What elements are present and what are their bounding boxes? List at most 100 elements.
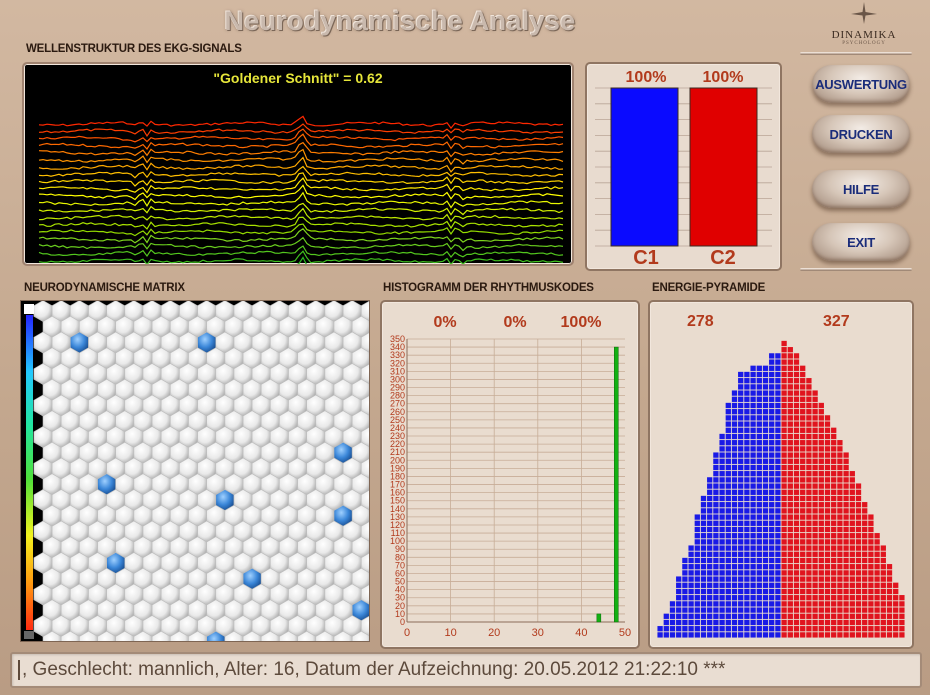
pyramid-block (818, 458, 824, 464)
pyramid-block (738, 446, 744, 452)
pyramid-block (738, 384, 744, 390)
pyramid-block (731, 607, 738, 613)
pyramid-block (793, 570, 800, 576)
pyramid-block (793, 613, 800, 619)
pyramid-block (700, 613, 707, 619)
pyramid-block (806, 619, 812, 626)
pyramid-block (812, 526, 818, 533)
pyramid-block (818, 613, 824, 619)
pyramid-block (707, 588, 713, 595)
pyramid-block (738, 632, 744, 638)
pyramid-block (694, 582, 700, 588)
pyramid-block (843, 564, 849, 570)
pyramid-block (725, 483, 731, 489)
pyramid-block (707, 607, 713, 613)
energy-pyramid (657, 340, 905, 638)
pyramid-block (700, 582, 707, 588)
pyramid-block (750, 514, 756, 520)
pyramid-block (787, 421, 793, 427)
pyramid-block (818, 570, 824, 576)
pyramid-block (738, 390, 744, 396)
pyramid-block (738, 626, 744, 632)
pyramid-block (781, 359, 787, 365)
pyramid-block (762, 626, 769, 632)
pyramid-block (750, 452, 756, 458)
pyramid-block (688, 576, 694, 582)
pyramid-block (719, 440, 725, 446)
pyramid-block (800, 402, 806, 409)
pyramid-block (893, 626, 899, 632)
pyramid-block (769, 440, 775, 446)
pyramid-block (769, 483, 775, 489)
pyramid-block (849, 601, 855, 607)
pyramid-block (731, 446, 738, 452)
pyramid-block (893, 607, 899, 613)
neurodynamic-matrix-panel (20, 300, 389, 653)
pyramid-block (769, 607, 775, 613)
pyramid-block (707, 582, 713, 588)
pyramid-block (800, 613, 806, 619)
pyramid-block (800, 489, 806, 495)
pyramid-block (849, 502, 855, 508)
pyramid-block (731, 483, 738, 489)
drucken-button[interactable]: DRUCKEN (812, 115, 910, 153)
pyramid-block (787, 415, 793, 421)
pyramid-block (849, 551, 855, 557)
pyramid-block (762, 502, 769, 508)
pyramid-block (899, 607, 905, 613)
pyramid-block (725, 601, 731, 607)
pyramid-block (762, 576, 769, 582)
pyramid-block (738, 452, 744, 458)
pyramid-block (731, 576, 738, 582)
pyramid-block (831, 595, 837, 601)
exit-button[interactable]: EXIT (812, 223, 910, 261)
pyramid-block (769, 359, 775, 365)
pyramid-block (824, 489, 831, 495)
pyramid-block (862, 557, 868, 564)
pyramid-block (781, 353, 787, 359)
hilfe-button[interactable]: HILFE (812, 170, 910, 208)
pyramid-block (700, 601, 707, 607)
pyramid-block (750, 545, 756, 551)
pyramid-block (824, 626, 831, 632)
pyramid-block (738, 402, 744, 409)
pyramid-block (756, 607, 762, 613)
pyramid-block (707, 595, 713, 601)
pyramid-block (831, 582, 837, 588)
pyramid-block (750, 582, 756, 588)
pyramid-block (880, 632, 886, 638)
pyramid-block (837, 595, 843, 601)
pyramid-block (731, 452, 738, 458)
pyramid-block (769, 520, 775, 526)
pyramid-block (886, 582, 893, 588)
pyramid-block (849, 539, 855, 545)
pyramid-block (868, 582, 874, 588)
pyramid-block (781, 421, 787, 427)
pyramid-block (818, 409, 824, 415)
pyramid-block (787, 533, 793, 539)
pyramid-block (738, 576, 744, 582)
pyramid-block (738, 526, 744, 533)
pyramid-block (700, 514, 707, 520)
pyramid-block (769, 421, 775, 427)
pyramid-block (731, 402, 738, 409)
pyramid-block (812, 557, 818, 564)
pyramid-block (868, 632, 874, 638)
pyramid-block (769, 557, 775, 564)
auswertung-button[interactable]: AUSWERTUNG (812, 65, 910, 103)
pyramid-block (824, 514, 831, 520)
pyramid-block (719, 601, 725, 607)
pyramid-block (787, 508, 793, 514)
pyramid-block (855, 551, 862, 557)
pyramid-block (750, 378, 756, 384)
pyramid-block (849, 533, 855, 539)
pyramid-block (781, 384, 787, 390)
pyramid-block (855, 570, 862, 576)
pyramid-block (756, 619, 762, 626)
pyramid-block (812, 514, 818, 520)
pyramid-block (849, 576, 855, 582)
pyramid-block (812, 390, 818, 396)
histogram-section-label: HISTOGRAMM DER RHYTHMUSKODES (383, 282, 594, 294)
pyramid-block (775, 520, 781, 526)
pyramid-block (769, 415, 775, 421)
